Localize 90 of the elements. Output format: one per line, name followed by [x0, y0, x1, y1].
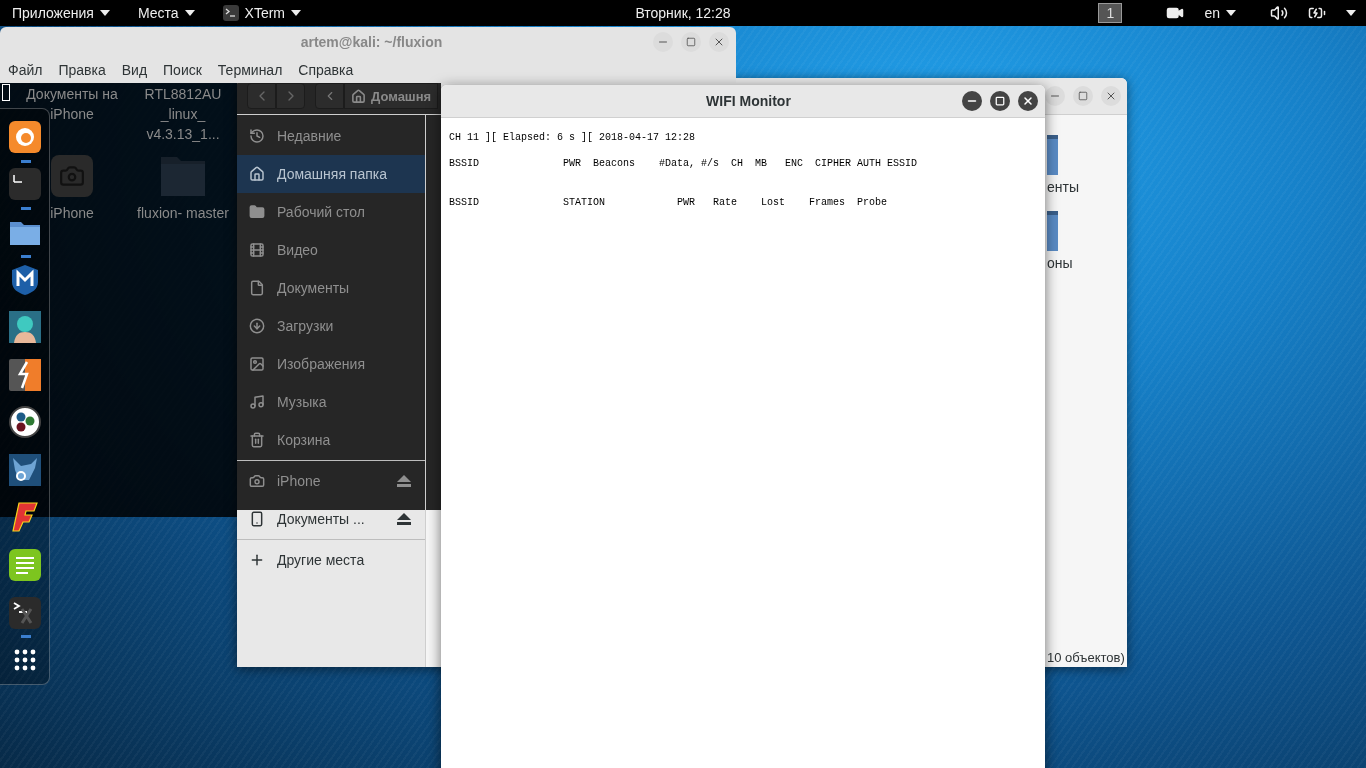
dots-icon[interactable] — [8, 406, 41, 439]
clock[interactable]: Вторник, 12:28 — [635, 5, 731, 21]
window-title: artem@kali: ~/fluxion — [299, 34, 444, 50]
sidebar-item[interactable]: Недавние — [237, 117, 425, 155]
sidebar-item-label: iPhone — [277, 473, 322, 489]
maximize-icon — [686, 37, 696, 47]
workspace-indicator[interactable]: 1 — [1098, 3, 1123, 23]
terminal-icon[interactable] — [8, 596, 41, 629]
sidebar-item[interactable]: iPhone — [237, 462, 425, 500]
maximize-icon — [995, 96, 1005, 106]
top-bar-menu[interactable]: XTerm — [222, 5, 302, 21]
maximize-icon — [1078, 91, 1088, 101]
caret-icon — [99, 10, 110, 16]
menu-item[interactable]: Вид — [121, 62, 148, 78]
sidebar-item[interactable]: Домашняя папка — [237, 155, 425, 193]
film-icon — [249, 242, 265, 258]
folder-label[interactable]: енты — [1047, 179, 1079, 195]
top-bar-menu[interactable]: Приложения — [12, 5, 110, 21]
window-title: WIFI Monitor — [705, 93, 792, 109]
close-button[interactable] — [709, 32, 729, 52]
desktop-icon-label[interactable]: Документы на iPhone — [24, 84, 120, 124]
path-button[interactable]: Домашня — [344, 83, 439, 109]
plus-icon — [249, 552, 265, 568]
sidebar-item-label: Изображения — [277, 356, 366, 372]
sidebar-item-label: Документы — [277, 280, 351, 296]
sidebar-item[interactable]: Видео — [237, 231, 425, 269]
camera-icon — [249, 473, 265, 489]
terminal-line: BSSID PWR Beacons #Data, #/s CH MB ENC CIPHER AUTH ESSID — [449, 157, 918, 170]
sidebar-item[interactable]: Документы — [237, 269, 425, 307]
sidebar-item[interactable]: Изображения — [237, 345, 425, 383]
terminal-icon[interactable] — [8, 168, 41, 201]
clock-icon — [249, 128, 265, 144]
sidebar-item-label: Музыка — [277, 394, 328, 410]
desktop-icon-label[interactable]: RTL8812AU _linux_ v4.3.13_1... — [135, 84, 231, 144]
eject-icon[interactable] — [397, 475, 411, 487]
trash-icon — [249, 432, 265, 448]
sidebar-item-label: Рабочий стол — [277, 204, 366, 220]
terminal-icon — [222, 5, 239, 21]
eject-icon[interactable] — [397, 513, 411, 525]
close-icon — [713, 36, 725, 48]
terminal-line: CH 11 ][ Elapsed: 6 s ][ 2018-04-17 12:28 — [449, 131, 696, 144]
sidebar-item-label: Домашняя папка — [277, 166, 389, 182]
status-text: 10 объектов) — [1047, 650, 1125, 665]
document-icon — [249, 280, 265, 296]
desktop-icon-label[interactable]: iPhone — [50, 203, 94, 223]
sidebar-item[interactable]: Загрузки — [237, 307, 425, 345]
phone-icon — [249, 511, 265, 527]
sidebar-item[interactable]: Рабочий стол — [237, 193, 425, 231]
caret-icon — [1346, 10, 1356, 16]
camera-tile[interactable] — [51, 155, 93, 197]
menu-item[interactable]: Поиск — [163, 62, 202, 78]
camera-icon — [59, 163, 85, 189]
sidebar-item-label: Загрузки — [277, 318, 335, 334]
download-icon — [249, 318, 265, 334]
sidebar-item[interactable]: Корзина — [237, 421, 425, 459]
music-icon — [249, 394, 265, 410]
folder-icon — [249, 204, 265, 220]
close-button[interactable] — [1101, 86, 1121, 106]
menu-item[interactable]: Терминал — [217, 62, 283, 78]
volume-icon[interactable] — [1270, 4, 1288, 22]
figure-icon[interactable] — [8, 311, 41, 344]
menu-item[interactable]: Файл — [8, 62, 43, 78]
sidebar-item[interactable]: Музыка — [237, 383, 425, 421]
notes-icon[interactable] — [8, 549, 41, 581]
folder-label[interactable]: оны — [1047, 255, 1073, 271]
menu-item[interactable]: Справка — [298, 62, 354, 78]
language-menu[interactable]: en — [1204, 5, 1236, 21]
terminal-line: BSSID STATION PWR Rate Lost Frames Probe — [449, 196, 888, 209]
sidebar-item[interactable]: Другие места — [237, 541, 425, 579]
sidebar-item-label: Документы ... — [277, 511, 366, 527]
sidebar-item-label: Видео — [277, 242, 319, 258]
minimize-button[interactable] — [962, 91, 982, 111]
sidebar-item-label: Другие места — [277, 552, 366, 568]
image-icon — [249, 356, 265, 372]
sidebar-item-label: Недавние — [277, 128, 343, 144]
close-icon — [1105, 90, 1117, 102]
maximize-button[interactable] — [990, 91, 1010, 111]
sidebar-item-label: Корзина — [277, 432, 332, 448]
sidebar-item[interactable]: Документы ... — [237, 500, 425, 538]
home-icon — [351, 88, 366, 104]
close-icon — [1022, 95, 1034, 107]
menu-item[interactable]: Правка — [58, 62, 106, 78]
home-icon — [249, 166, 265, 182]
close-button[interactable] — [1018, 91, 1038, 111]
caret-icon — [1226, 10, 1236, 16]
text-cursor — [2, 84, 10, 101]
caret-icon — [184, 10, 195, 16]
top-bar-menu[interactable]: Места — [137, 5, 195, 21]
desktop-icon-label[interactable]: fluxion- master — [137, 203, 229, 223]
caret-icon — [291, 10, 302, 16]
